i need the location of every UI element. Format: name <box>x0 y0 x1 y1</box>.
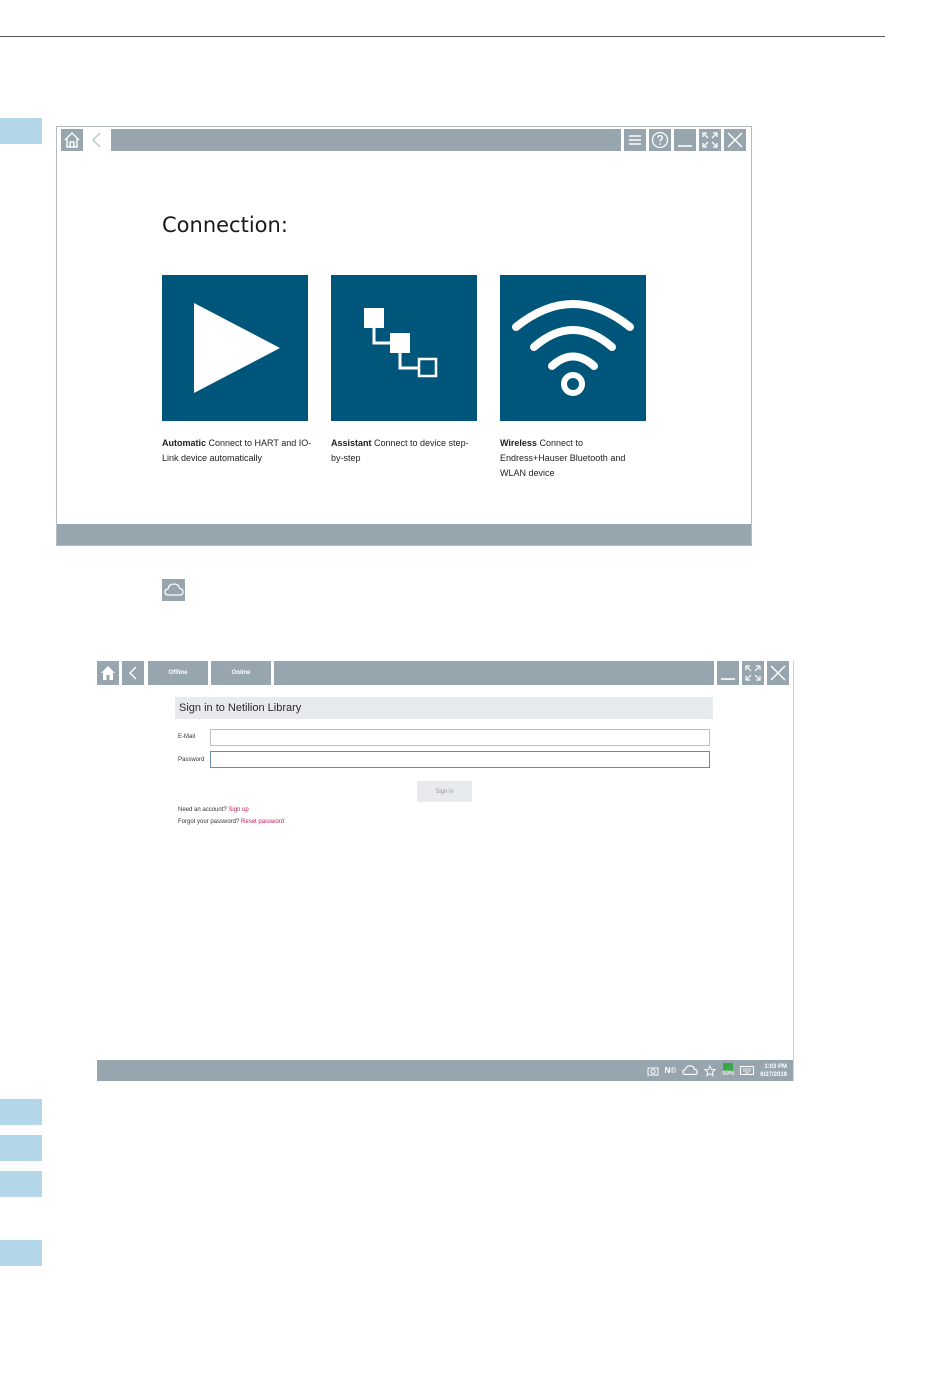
minimize-button[interactable] <box>717 661 739 685</box>
menu-button[interactable] <box>624 129 646 151</box>
signin-heading: Sign in to Netilion Library <box>175 697 713 719</box>
close-icon <box>727 132 743 148</box>
password-field[interactable] <box>210 751 710 768</box>
netilion-window: Offline Online Sign in to Netilion Libra… <box>97 661 794 1081</box>
reset-password-link[interactable]: Reset password <box>241 819 284 825</box>
assistant-description: Assistant Connect to device step-by-step <box>331 438 469 463</box>
battery-icon <box>723 1063 734 1071</box>
need-account-text: Need an account? <box>178 807 227 813</box>
help-icon <box>651 131 669 149</box>
battery-percent: 99% <box>722 1071 735 1077</box>
title-bar-fill <box>111 129 621 151</box>
automatic-description: Automatic Connect to HART and IO-Link de… <box>162 438 312 463</box>
battery-indicator[interactable]: 99% <box>722 1063 734 1078</box>
header-rule <box>0 36 885 37</box>
assistant-tile[interactable] <box>331 275 477 421</box>
email-label: E-Mail <box>178 734 196 740</box>
wifi-icon <box>512 300 634 396</box>
close-button[interactable] <box>767 661 789 685</box>
camera-icon[interactable] <box>647 1066 659 1076</box>
minimize-icon <box>678 145 692 147</box>
star-icon[interactable] <box>704 1064 717 1077</box>
clock-time: 1:03 PM <box>764 1063 787 1070</box>
status-bar <box>57 524 751 545</box>
fullscreen-button[interactable] <box>742 661 764 685</box>
network-steps-icon <box>364 308 438 378</box>
clock[interactable]: 1:03 PM 6/27/2019 <box>760 1063 787 1079</box>
minimize-icon <box>721 678 735 680</box>
nfc-indicator[interactable]: N© <box>665 1066 677 1075</box>
step-marker <box>0 1099 42 1125</box>
home-icon <box>64 132 80 148</box>
fullscreen-icon <box>745 665 761 681</box>
clock-date: 6/27/2019 <box>760 1071 787 1078</box>
minimize-button[interactable] <box>674 129 696 151</box>
step-marker <box>0 1171 42 1197</box>
password-label: Password <box>178 757 205 763</box>
fullscreen-button[interactable] <box>699 129 721 151</box>
title-bar: Offline Online <box>97 661 793 685</box>
automatic-tile[interactable] <box>162 275 308 421</box>
sign-up-link[interactable]: Sign up <box>228 807 248 813</box>
step-marker <box>0 1240 42 1266</box>
need-account-line: Need an account? Sign up <box>178 807 249 813</box>
step-marker <box>0 118 42 144</box>
sign-in-button[interactable]: Sign in <box>417 781 472 802</box>
fullscreen-icon <box>702 132 718 148</box>
wireless-tile[interactable] <box>500 275 646 421</box>
tab-online[interactable]: Online <box>211 661 271 685</box>
home-button[interactable] <box>61 129 83 151</box>
back-icon <box>92 132 101 148</box>
home-button[interactable] <box>97 661 119 685</box>
play-icon <box>194 303 280 393</box>
back-button[interactable] <box>122 661 144 685</box>
title-bar-fill <box>274 661 714 685</box>
back-button[interactable] <box>86 129 108 151</box>
system-tray: N© 99% 1:03 PM 6/27/2019 <box>647 1060 787 1081</box>
connection-window: Connection: Automatic Connect to HART an… <box>56 126 752 546</box>
home-icon <box>101 666 115 680</box>
tab-offline[interactable]: Offline <box>148 661 208 685</box>
email-field[interactable] <box>210 729 710 746</box>
title-bar <box>57 127 751 153</box>
close-icon <box>770 665 786 681</box>
cloud-icon <box>162 579 185 601</box>
forgot-text: Forgot your password? <box>178 819 240 825</box>
help-button[interactable] <box>649 129 671 151</box>
page-title: Connection: <box>162 213 288 237</box>
step-marker <box>0 1135 42 1161</box>
forgot-password-line: Forgot your password? Reset password <box>178 819 284 825</box>
cloud-icon[interactable] <box>682 1065 698 1076</box>
menu-icon <box>629 135 641 145</box>
taskbar: N© 99% 1:03 PM 6/27/2019 <box>97 1060 793 1081</box>
close-button[interactable] <box>724 129 746 151</box>
keyboard-icon[interactable] <box>740 1066 755 1075</box>
wireless-description: Wireless Connect to Endress+Hauser Bluet… <box>500 438 626 478</box>
back-icon <box>129 666 137 680</box>
